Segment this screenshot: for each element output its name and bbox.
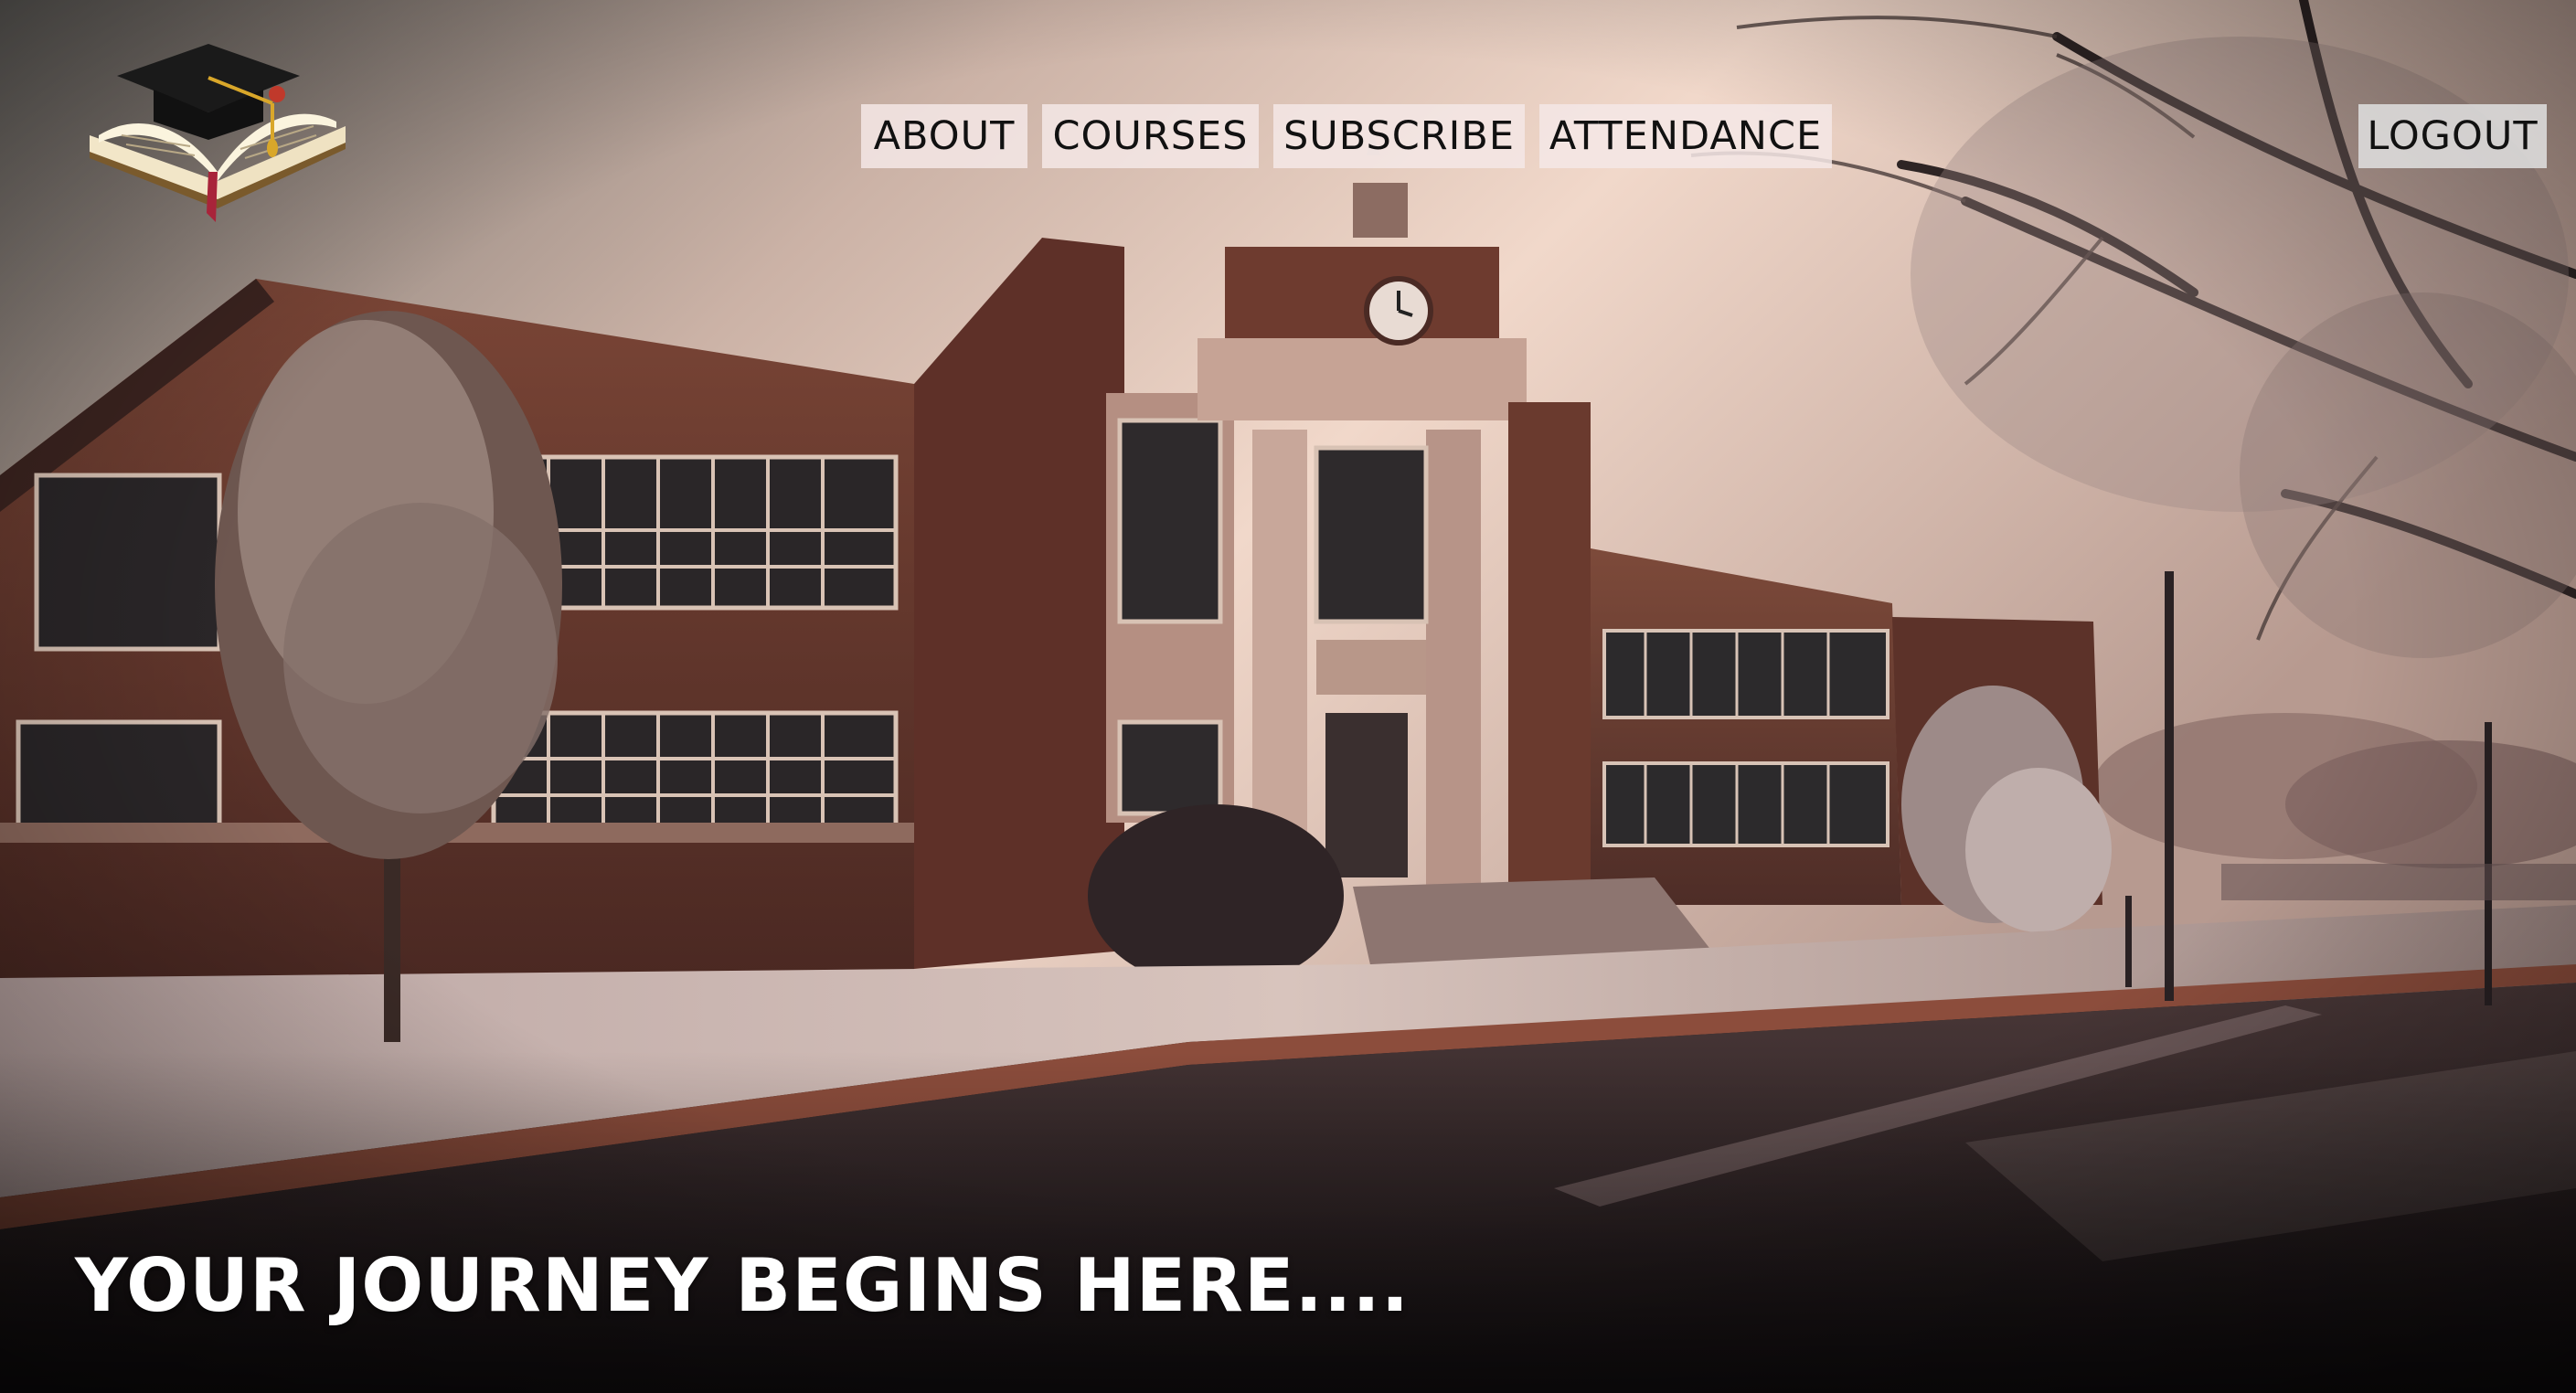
nav-attendance[interactable]: ATTENDANCE	[1539, 104, 1832, 168]
hero-background-image	[0, 0, 2576, 1393]
nav-about[interactable]: ABOUT	[861, 104, 1027, 168]
graduation-cap-book-icon[interactable]	[80, 35, 355, 227]
nav-courses[interactable]: COURSES	[1042, 104, 1259, 168]
nav-subscribe[interactable]: SUBSCRIBE	[1273, 104, 1525, 168]
school-building-photo	[0, 0, 2576, 1393]
logout-button[interactable]: LOGOUT	[2358, 104, 2547, 168]
hero-tagline: YOUR JOURNEY BEGINS HERE....	[75, 1243, 1410, 1328]
